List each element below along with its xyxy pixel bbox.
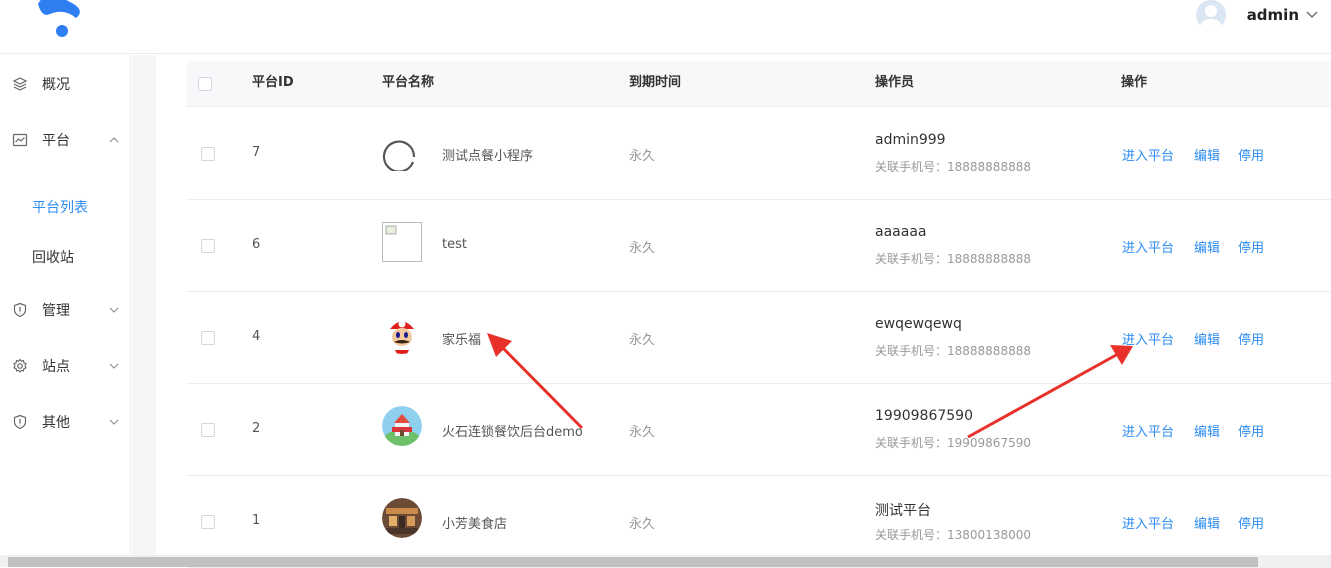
sidebar-item-label: 概况 (42, 77, 70, 93)
row-checkbox[interactable] (201, 423, 215, 437)
operator-phone: 关联手机号：18888888888 (875, 344, 1031, 358)
edit-link[interactable]: 编辑 (1194, 329, 1220, 348)
table-row: 7 测试点餐小程序 永久 admin999 关联手机号：18888888888 … (187, 108, 1331, 200)
edit-link[interactable]: 编辑 (1194, 421, 1220, 440)
platform-name: 家乐福 (442, 333, 482, 348)
gear-icon (13, 358, 27, 373)
horizontal-scrollbar[interactable] (0, 555, 1331, 567)
expire-time: 永久 (629, 333, 656, 348)
enter-platform-link[interactable]: 进入平台 (1122, 329, 1174, 348)
operator-name: 测试平台 (875, 503, 931, 519)
edit-link[interactable]: 编辑 (1194, 145, 1220, 164)
sidebar-item-label: 平台 (42, 133, 70, 149)
top-bar: admin (0, 0, 1331, 54)
enter-platform-link[interactable]: 进入平台 (1122, 421, 1174, 440)
chart-icon (12, 133, 28, 147)
user-menu[interactable]: admin (1195, 0, 1319, 30)
platform-id: 4 (252, 329, 261, 344)
sidebar-item-site[interactable]: 站点 (0, 346, 131, 386)
shield-icon (13, 414, 27, 430)
column-header-actions: 操作 (1121, 75, 1148, 90)
operator-phone: 关联手机号：18888888888 (875, 252, 1031, 266)
sidebar-item-label: 管理 (42, 303, 70, 319)
expire-time: 永久 (629, 241, 656, 256)
table-row: 2 火石连锁餐饮后台demo 永久 19909867590 关联手机号：1990… (187, 384, 1331, 476)
platform-name: test (442, 237, 467, 252)
chevron-down-icon (109, 363, 119, 369)
platform-name: 测试点餐小程序 (442, 149, 534, 164)
chevron-down-icon (109, 419, 119, 425)
disable-link[interactable]: 停用 (1238, 329, 1264, 348)
row-checkbox[interactable] (201, 147, 215, 161)
platform-id: 1 (252, 513, 261, 528)
sidebar: 概况 平台 平台列表 回收站 管理 站点 其他 (0, 55, 131, 567)
platform-name: 小芳美食店 (442, 517, 508, 532)
enter-platform-link[interactable]: 进入平台 (1122, 145, 1174, 164)
platform-id: 6 (252, 237, 261, 252)
operator-phone: 关联手机号：18888888888 (875, 160, 1031, 174)
operator-name: 19909867590 (875, 408, 973, 424)
shop-avatar (382, 498, 422, 538)
operator-phone: 关联手机号：13800138000 (875, 528, 1031, 542)
expire-time: 永久 (629, 517, 656, 532)
content-gutter (132, 55, 156, 567)
operator-phone: 关联手机号：19909867590 (875, 436, 1031, 450)
castle-avatar (382, 406, 422, 446)
avatar[interactable] (1195, 0, 1226, 30)
layers-icon (12, 77, 28, 91)
sidebar-subitem-recycle-bin[interactable]: 回收站 (32, 247, 74, 267)
edit-link[interactable]: 编辑 (1194, 513, 1220, 532)
select-all-checkbox[interactable] (198, 77, 212, 91)
enter-platform-link[interactable]: 进入平台 (1122, 237, 1174, 256)
logo (38, 0, 80, 37)
platform-id: 7 (252, 145, 261, 160)
platform-name: 火石连锁餐饮后台demo (442, 425, 583, 440)
operator-name: ewqewqewq (875, 316, 962, 332)
enter-platform-link[interactable]: 进入平台 (1122, 513, 1174, 532)
sidebar-item-other[interactable]: 其他 (0, 402, 131, 442)
disable-link[interactable]: 停用 (1238, 145, 1264, 164)
chevron-up-icon (109, 137, 119, 143)
column-header-name: 平台名称 (382, 75, 435, 90)
shield-icon (13, 302, 27, 318)
row-checkbox[interactable] (201, 515, 215, 529)
row-checkbox[interactable] (201, 239, 215, 253)
expire-time: 永久 (629, 425, 656, 440)
disable-link[interactable]: 停用 (1238, 513, 1264, 532)
table-row: 4 家乐福 永久 ewqewqewq 关联手机号：18888888888 进入平… (187, 292, 1331, 384)
platform-id: 2 (252, 421, 261, 436)
edit-link[interactable]: 编辑 (1194, 237, 1220, 256)
chevron-down-icon (109, 307, 119, 313)
platform-table: 平台ID 平台名称 到期时间 操作员 操作 7 测试点餐小程序 永久 admin… (157, 55, 1331, 568)
column-header-operator: 操作员 (875, 75, 915, 90)
mario-avatar (382, 314, 422, 354)
sidebar-item-label: 其他 (42, 415, 70, 431)
disable-link[interactable]: 停用 (1238, 237, 1264, 256)
sidebar-subitem-platform-list[interactable]: 平台列表 (32, 197, 88, 217)
broken-image-icon (382, 222, 422, 262)
table-header: 平台ID 平台名称 到期时间 操作员 操作 (187, 61, 1331, 107)
sidebar-item-manage[interactable]: 管理 (0, 290, 131, 330)
sidebar-item-overview[interactable]: 概况 (0, 64, 131, 104)
expire-time: 永久 (629, 149, 656, 164)
sidebar-item-label: 站点 (42, 359, 70, 375)
operator-name: aaaaaa (875, 224, 927, 240)
row-checkbox[interactable] (201, 331, 215, 345)
disable-link[interactable]: 停用 (1238, 421, 1264, 440)
column-header-id: 平台ID (252, 75, 294, 90)
chevron-down-icon[interactable] (1305, 8, 1319, 22)
username[interactable]: admin (1247, 6, 1299, 24)
scrollbar-thumb[interactable] (8, 557, 1258, 567)
column-header-expire: 到期时间 (629, 75, 682, 90)
sidebar-item-platform[interactable]: 平台 (0, 120, 131, 160)
operator-name: admin999 (875, 132, 946, 148)
table-row: 6 test 永久 aaaaaa 关联手机号：18888888888 进入平台 … (187, 200, 1331, 292)
loading-circle-icon (382, 140, 416, 171)
